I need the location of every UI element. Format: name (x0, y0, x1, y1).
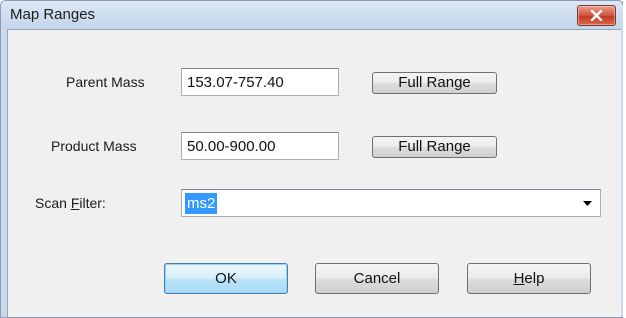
parent-mass-input[interactable]: 153.07-757.40 (181, 68, 339, 96)
close-x-icon (590, 10, 603, 21)
close-button[interactable] (577, 5, 616, 26)
product-mass-label: Product Mass (51, 138, 137, 154)
product-mass-input[interactable]: 50.00-900.00 (181, 132, 339, 160)
cancel-button[interactable]: Cancel (315, 263, 439, 294)
product-mass-full-range-button[interactable]: Full Range (372, 136, 497, 158)
scan-filter-combobox[interactable]: ms2 (181, 189, 601, 217)
title-bar[interactable]: Map Ranges (1, 1, 623, 29)
parent-mass-full-range-button[interactable]: Full Range (372, 72, 497, 94)
ok-button[interactable]: OK (164, 263, 288, 294)
parent-mass-label: Parent Mass (66, 74, 145, 90)
map-ranges-dialog: Map Ranges Parent Mass 153.07-757.40 Ful… (0, 0, 624, 318)
help-button[interactable]: Help (467, 263, 591, 294)
scan-filter-label: Scan Filter: (35, 195, 106, 211)
window-title: Map Ranges (10, 6, 96, 23)
dropdown-arrow-icon[interactable] (583, 201, 592, 206)
dialog-body: Parent Mass 153.07-757.40 Full Range Pro… (7, 29, 621, 317)
scan-filter-selected-text: ms2 (185, 193, 218, 214)
